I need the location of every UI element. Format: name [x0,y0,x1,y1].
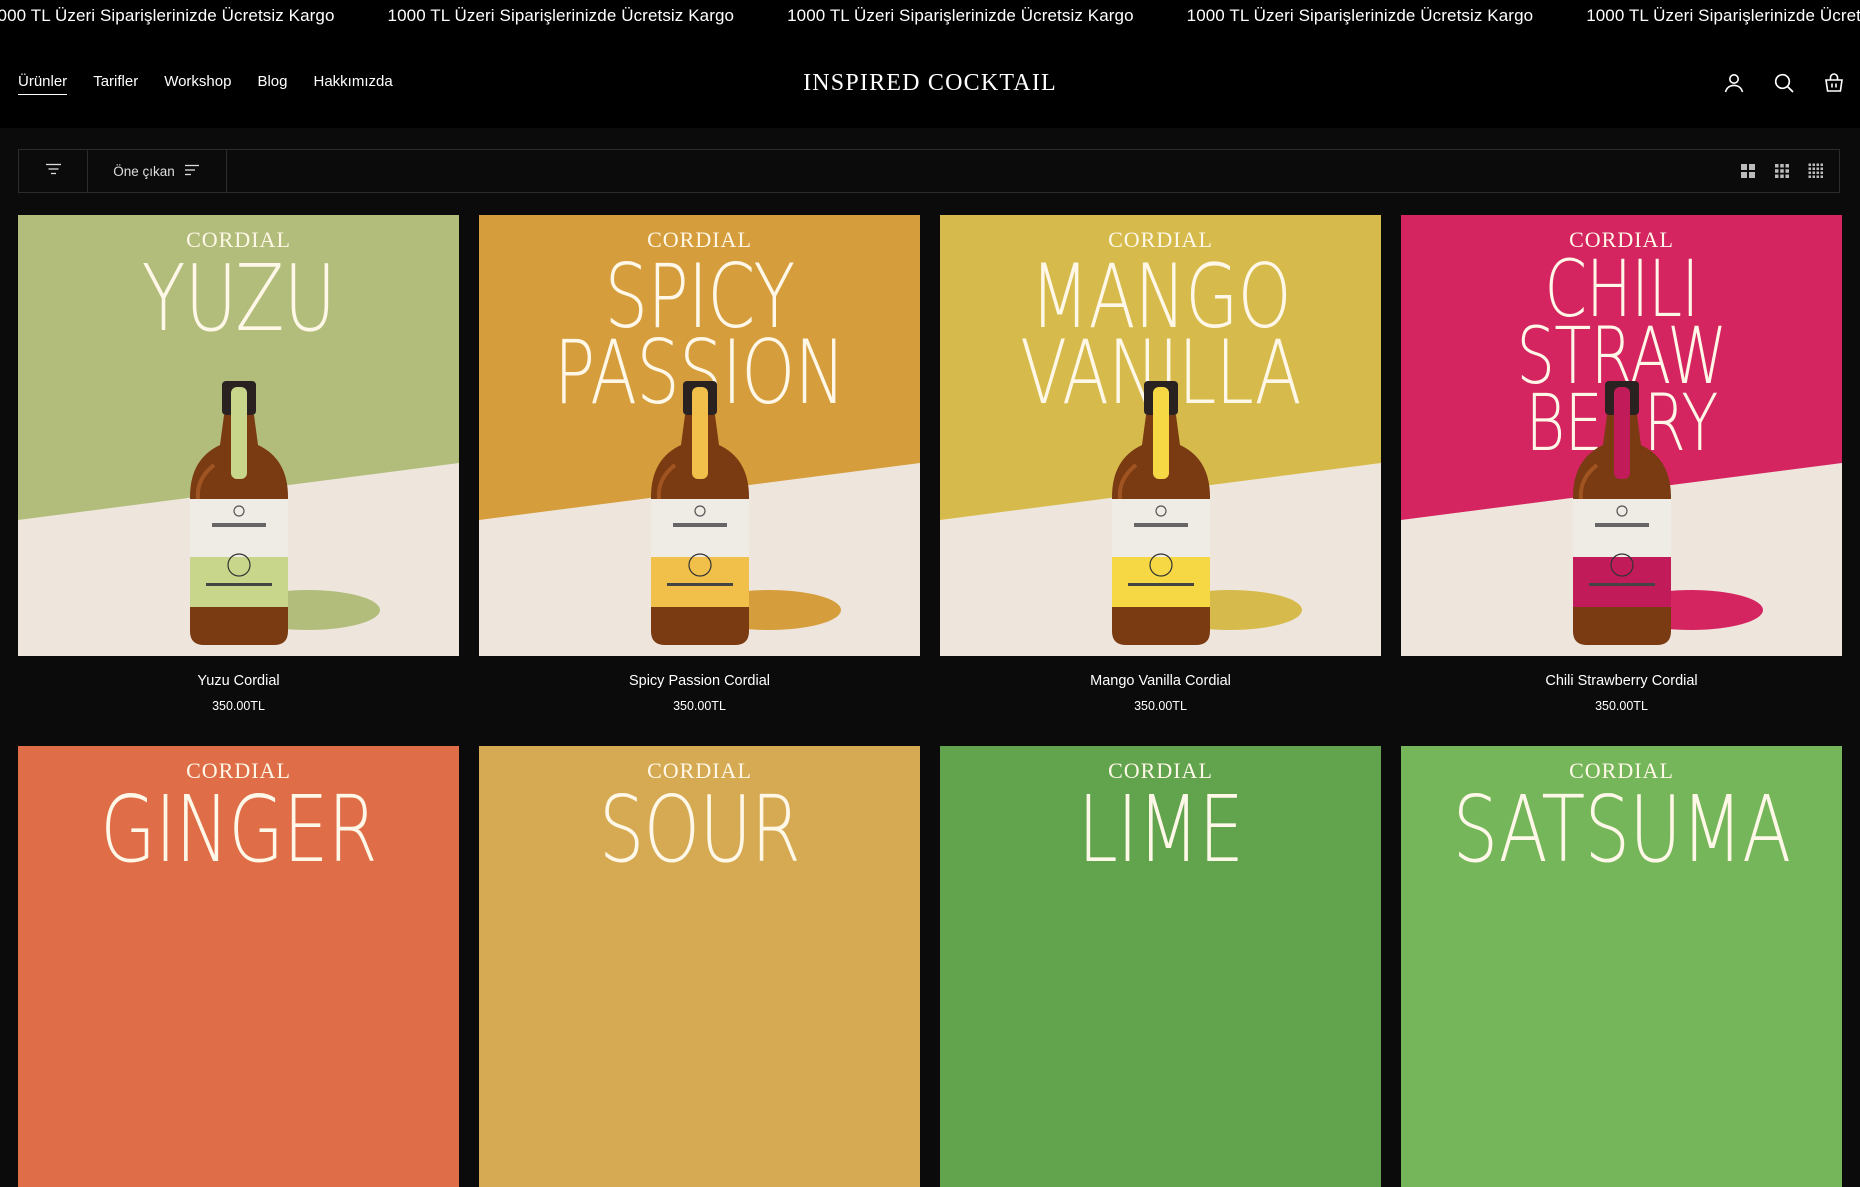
site-logo[interactable]: INSPIRED COCKTAIL [0,70,1860,97]
product-image[interactable]: CORDIAL SOUR [479,746,920,1187]
bottle-image [1111,381,1210,645]
product-price: 350.00TL [1595,699,1648,713]
product-image[interactable]: CORDIAL SATSUMA [1401,746,1842,1187]
announcement-text: 1000 TL Üzeri Siparişlerinizde Ücretsiz … [0,6,335,25]
product-name[interactable]: Spicy Passion Cordial [479,673,920,689]
product-title-art: SATSUMA [1450,776,1794,883]
filter-icon [45,162,62,180]
product-image[interactable]: CORDIAL LIME [940,746,1381,1187]
sort-dropdown[interactable]: Öne çıkan [87,150,227,192]
product-title-art: GINGER [67,776,411,883]
product-image[interactable]: CORDIAL YUZU [18,215,459,656]
search-icon[interactable] [1772,71,1796,95]
product-card[interactable]: CORDIAL MANGO VANILLA Mango Vanilla Cordial… [940,215,1381,713]
announcement-text: 1000 TL Üzeri Siparişlerinizde Ücretsiz … [1586,6,1860,25]
product-title-art: YUZU [67,245,411,352]
product-card[interactable]: CORDIAL SATSUMA [1401,746,1842,1187]
product-name[interactable]: Yuzu Cordial [18,673,459,689]
account-icon[interactable] [1722,71,1746,95]
site-header: Ürünler Tarifler Workshop Blog Hakkımızd… [0,30,1860,128]
filter-button[interactable] [19,150,88,192]
product-price: 350.00TL [212,699,265,713]
product-image[interactable]: CORDIAL SPICY PASSION [479,215,920,656]
header-actions [1722,71,1846,95]
product-image[interactable]: CORDIAL GINGER [18,746,459,1187]
announcement-text: 1000 TL Üzeri Siparişlerinizde Ücretsiz … [787,6,1134,25]
product-title-art: LIME [989,776,1333,883]
product-card[interactable]: CORDIAL SPICY PASSION Spicy Passion Cordial… [479,215,920,713]
collection-toolbar: Öne çıkan [18,149,1840,193]
announcement-bar: 1000 TL Üzeri Siparişlerinizde Ücretsiz … [0,0,1860,30]
product-title-line: SATSUMA [1452,776,1792,883]
product-title-line: YUZU [141,245,336,352]
product-card[interactable]: CORDIAL LIME [940,746,1381,1187]
grid-4-icon[interactable] [1807,162,1825,180]
product-title-line: LIME [1077,776,1244,883]
cart-icon[interactable] [1822,71,1846,95]
announcement-text: 1000 TL Üzeri Siparişlerinizde Ücretsiz … [1186,6,1534,25]
grid-2-icon[interactable] [1739,162,1757,180]
bottle-image [189,381,288,645]
product-card[interactable]: CORDIAL YUZU Yuzu Cordial 350.00TL [18,215,459,713]
product-price: 350.00TL [673,699,726,713]
product-price: 350.00TL [1134,699,1187,713]
sort-icon [184,164,200,179]
announcement-text: 1000 TL Üzeri Siparişlerinizde Ücretsiz … [387,6,735,25]
product-card[interactable]: CORDIALCHILISTRAWBERRY Chili Strawberry C… [1401,215,1842,713]
product-name[interactable]: Chili Strawberry Cordial [1401,673,1842,689]
product-card[interactable]: CORDIAL SOUR [479,746,920,1187]
bottle-image [1572,381,1671,645]
product-title-art: SOUR [528,776,872,883]
bottle-image [650,381,749,645]
product-title-line: SOUR [598,776,801,883]
product-title-line: GINGER [100,776,377,883]
product-image[interactable]: CORDIALCHILISTRAWBERRY [1401,215,1842,656]
grid-3-icon[interactable] [1773,162,1791,180]
grid-view-switcher [1739,162,1825,180]
announcement-track: 1000 TL Üzeri Siparişlerinizde Ücretsiz … [0,6,1860,26]
product-card[interactable]: CORDIAL GINGER [18,746,459,1187]
product-name[interactable]: Mango Vanilla Cordial [940,673,1381,689]
sort-label: Öne çıkan [113,163,175,179]
product-image[interactable]: CORDIAL MANGO VANILLA [940,215,1381,656]
